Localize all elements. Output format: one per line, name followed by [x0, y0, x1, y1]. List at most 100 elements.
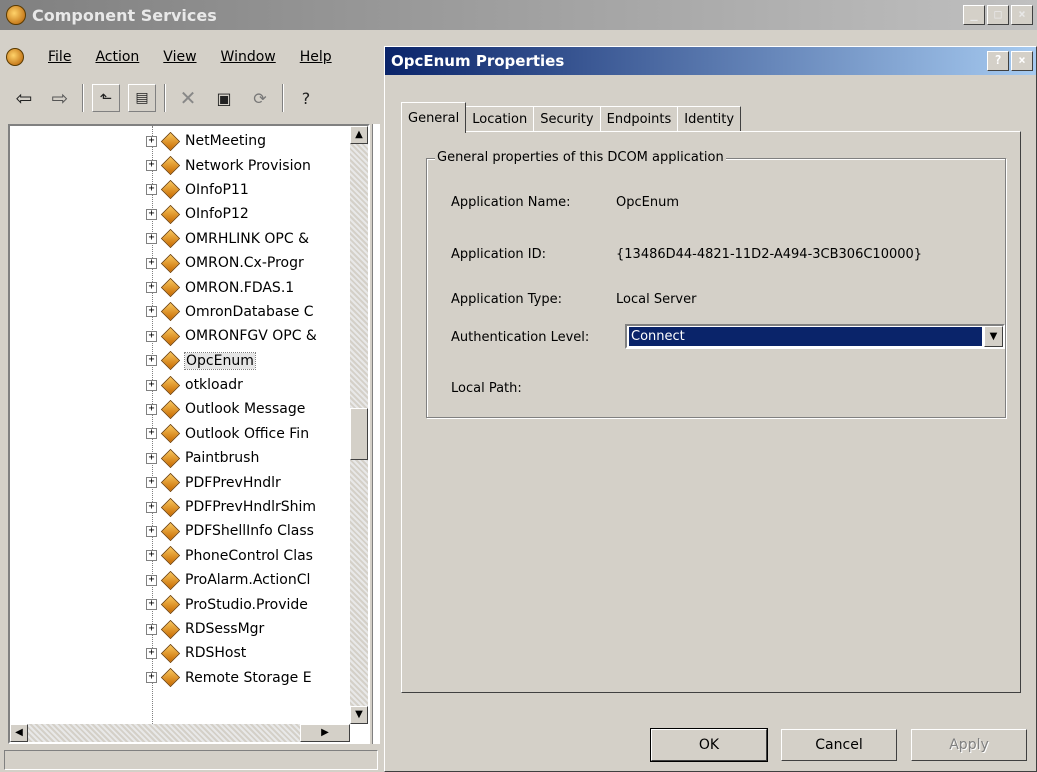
maximize-button[interactable]: □	[987, 5, 1009, 25]
tree-item[interactable]: + ProAlarm.ActionCl	[10, 568, 350, 592]
scroll-right-button[interactable]: ▶	[300, 724, 350, 742]
expand-plus-icon[interactable]: +	[146, 257, 157, 269]
expand-plus-icon[interactable]: +	[146, 550, 157, 562]
menu-help[interactable]: Help	[300, 49, 332, 65]
expand-plus-icon[interactable]: +	[146, 355, 157, 367]
tree-item[interactable]: + OMRONFGV OPC &	[10, 324, 350, 348]
tree-item[interactable]: + OMRHLINK OPC &	[10, 227, 350, 251]
tree-item[interactable]: + PDFPrevHndlr	[10, 470, 350, 494]
details-pane[interactable]	[372, 124, 380, 744]
tree-item[interactable]: + OMRON.FDAS.1	[10, 275, 350, 299]
application-type-value: Local Server	[616, 292, 697, 307]
com-application-icon	[160, 351, 181, 371]
com-application-icon	[160, 253, 181, 273]
tree-item[interactable]: + Paintbrush	[10, 446, 350, 470]
com-application-icon	[160, 643, 181, 664]
dialog-help-button[interactable]: ?	[987, 51, 1009, 71]
delete-icon[interactable]: ✕	[174, 84, 202, 112]
tree-item[interactable]: + PhoneControl Clas	[10, 544, 350, 568]
dialog-close-button[interactable]: ×	[1011, 51, 1033, 71]
authentication-level-value[interactable]: Connect	[628, 326, 983, 347]
tab-endpoints[interactable]: Endpoints	[599, 106, 679, 132]
expand-plus-icon[interactable]: +	[146, 135, 157, 147]
tree-item[interactable]: + PDFShellInfo Class	[10, 519, 350, 543]
tree-item-label: OMRON.Cx-Progr	[185, 255, 304, 272]
dialog-title: OpcEnum Properties	[391, 52, 565, 70]
expand-plus-icon[interactable]: +	[146, 233, 157, 245]
forward-arrow-icon[interactable]: ⇨	[46, 84, 74, 112]
expand-plus-icon[interactable]: +	[146, 599, 157, 611]
tree-item[interactable]: + ProStudio.Provide	[10, 592, 350, 616]
tree-panel[interactable]: + NetMeeting + Network Provision + OInfoP11 + O…	[8, 124, 370, 744]
expand-plus-icon[interactable]: +	[146, 477, 157, 489]
menu-action[interactable]: Action	[95, 49, 139, 65]
tree-item[interactable]: + Outlook Message	[10, 397, 350, 421]
expand-plus-icon[interactable]: +	[146, 403, 157, 415]
com-application-icon	[160, 302, 181, 322]
dialog-title-bar[interactable]: OpcEnum Properties ? ×	[385, 47, 1036, 75]
tab-location[interactable]: Location	[465, 106, 535, 132]
expand-plus-icon[interactable]: +	[146, 330, 157, 342]
general-properties-group: General properties of this DCOM applicat…	[426, 150, 1006, 418]
tree-item[interactable]: + Remote Storage E	[10, 666, 350, 690]
menu-view[interactable]: View	[163, 49, 196, 65]
com-application-icon	[160, 497, 181, 517]
show-hide-tree-icon[interactable]: ▤	[128, 84, 156, 112]
expand-plus-icon[interactable]: +	[146, 379, 157, 391]
menu-file[interactable]: File	[48, 49, 71, 65]
refresh-icon[interactable]: ⟳	[246, 84, 274, 112]
expand-plus-icon[interactable]: +	[146, 160, 157, 172]
scroll-thumb[interactable]	[350, 408, 368, 460]
chevron-down-icon[interactable]: ▼	[984, 326, 1003, 347]
expand-plus-icon[interactable]: +	[146, 647, 157, 659]
expand-plus-icon[interactable]: +	[146, 428, 157, 440]
tree-item[interactable]: + OpcEnum	[10, 349, 350, 373]
tree-item[interactable]: + NetMeeting	[10, 129, 350, 153]
tree-item[interactable]: + Network Provision	[10, 153, 350, 177]
tab-identity[interactable]: Identity	[677, 106, 742, 132]
system-menu-icon[interactable]	[6, 48, 24, 66]
expand-plus-icon[interactable]: +	[146, 574, 157, 586]
expand-plus-icon[interactable]: +	[146, 525, 157, 537]
tree-item[interactable]: + OInfoP11	[10, 178, 350, 202]
tree-item-label: Remote Storage E	[185, 669, 312, 686]
tab-general[interactable]: General	[401, 102, 467, 133]
expand-plus-icon[interactable]: +	[146, 208, 157, 220]
expand-plus-icon[interactable]: +	[146, 306, 157, 318]
tree-item[interactable]: + RDSHost	[10, 641, 350, 665]
tab-security[interactable]: Security	[533, 106, 601, 132]
minimize-button[interactable]: _	[963, 5, 985, 25]
ok-button[interactable]: OK	[650, 728, 768, 762]
expand-plus-icon[interactable]: +	[146, 282, 157, 294]
expand-plus-icon[interactable]: +	[146, 501, 157, 513]
expand-plus-icon[interactable]: +	[146, 623, 157, 635]
apply-button[interactable]: Apply	[911, 729, 1027, 761]
tree-horizontal-scrollbar[interactable]: ◀ ▶	[10, 724, 350, 742]
com-application-icon	[160, 594, 181, 615]
tree-item[interactable]: + otkloadr	[10, 373, 350, 397]
tree-item[interactable]: + OMRON.Cx-Progr	[10, 251, 350, 275]
expand-plus-icon[interactable]: +	[146, 672, 157, 684]
expand-plus-icon[interactable]: +	[146, 184, 157, 196]
tree-item[interactable]: + OmronDatabase C	[10, 300, 350, 324]
dialog-tabs: General Location Security Endpoints Iden…	[401, 102, 742, 133]
tree-item[interactable]: + Outlook Office Fin	[10, 422, 350, 446]
help-icon[interactable]: ?	[292, 84, 320, 112]
scroll-up-button[interactable]: ▲	[350, 126, 368, 144]
scroll-down-button[interactable]: ▼	[350, 706, 368, 724]
menu-window[interactable]: Window	[221, 49, 276, 65]
back-arrow-icon[interactable]: ⇦	[10, 84, 38, 112]
expand-plus-icon[interactable]: +	[146, 452, 157, 464]
authentication-level-select[interactable]: Connect ▼	[625, 324, 1005, 349]
tree-item[interactable]: + PDFPrevHndlrShim	[10, 495, 350, 519]
cancel-button[interactable]: Cancel	[781, 729, 897, 761]
tree-item[interactable]: + OInfoP12	[10, 202, 350, 226]
close-button[interactable]: ×	[1011, 5, 1033, 25]
tree-item[interactable]: + RDSessMgr	[10, 617, 350, 641]
app-title-bar[interactable]: Component Services _ □ ×	[0, 0, 1037, 30]
scroll-left-button[interactable]: ◀	[10, 724, 28, 742]
tree-vertical-scrollbar[interactable]: ▲ ▼	[350, 126, 368, 724]
properties-dialog: OpcEnum Properties ? × General Location …	[384, 46, 1037, 772]
properties-icon[interactable]: ▣	[210, 84, 238, 112]
up-folder-icon[interactable]: ⬑	[92, 84, 120, 112]
